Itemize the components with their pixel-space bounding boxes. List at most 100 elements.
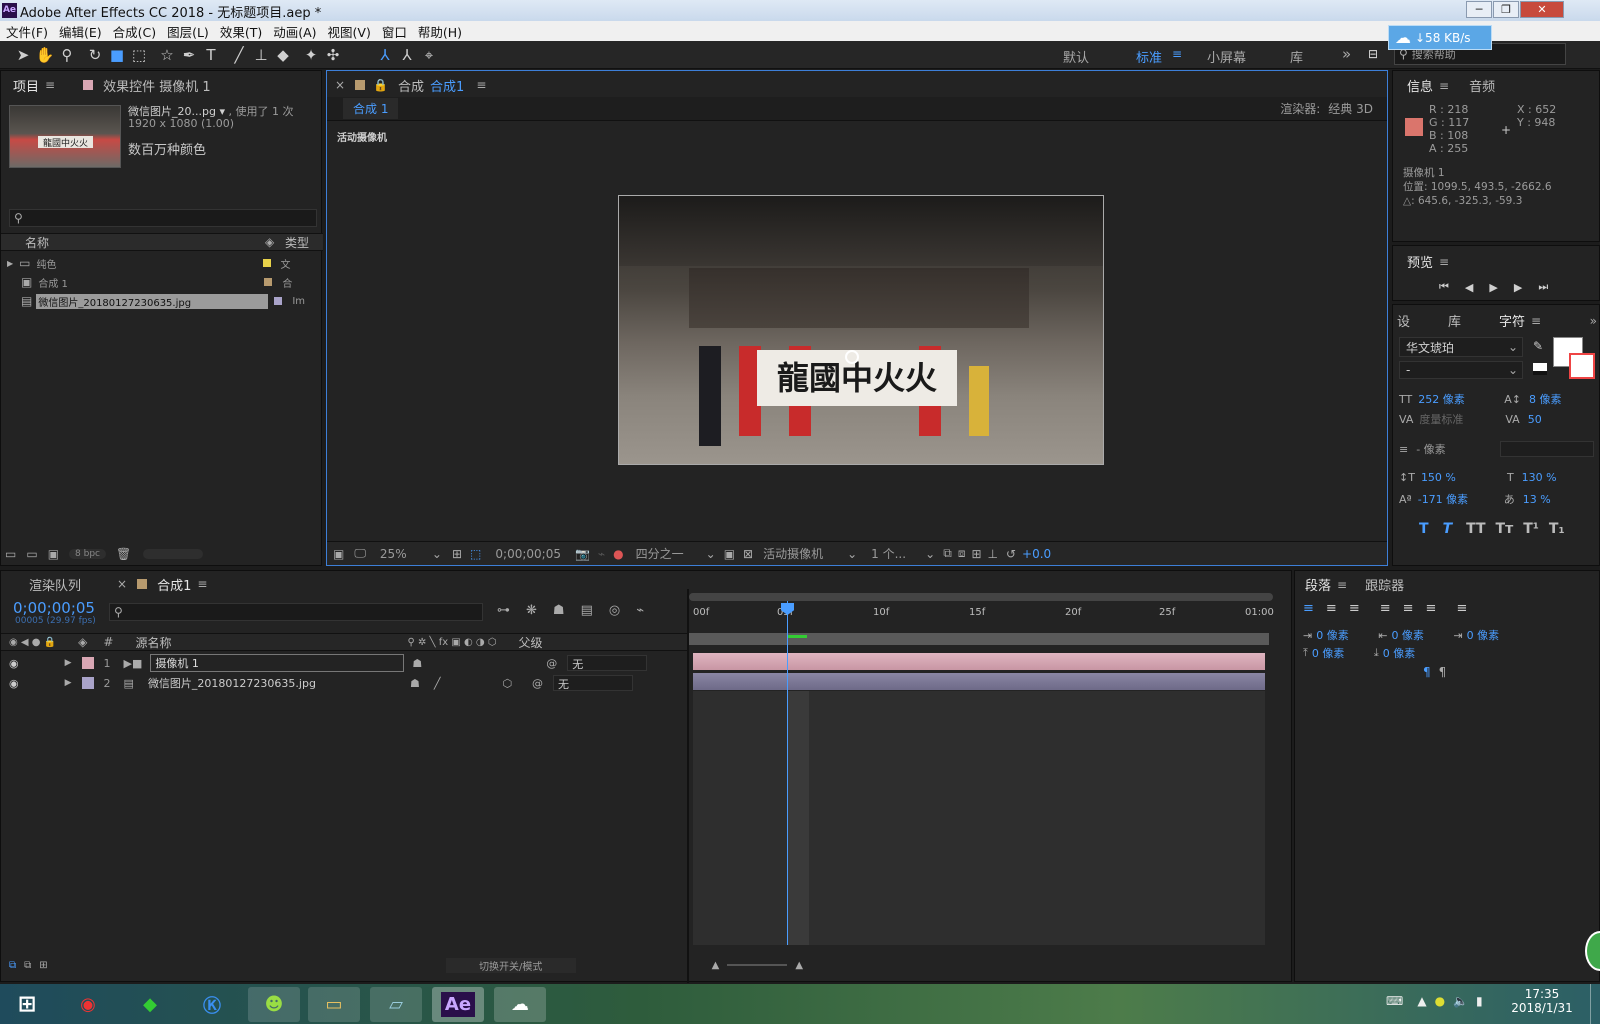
first-frame-icon[interactable]: ⏮	[1439, 280, 1449, 294]
workspace-menu-icon[interactable]: ≡	[1172, 47, 1182, 61]
app-frog-icon[interactable]: ☻	[248, 987, 300, 1022]
channel-icon[interactable]: ●	[613, 547, 623, 561]
always-preview-icon[interactable]: ▣	[333, 547, 344, 561]
superscript-button[interactable]: T¹	[1523, 521, 1539, 537]
view-select[interactable]: 活动摄像机	[763, 545, 847, 562]
tab-tracker[interactable]: 跟踪器	[1365, 575, 1404, 594]
workspace-standard[interactable]: 标准	[1136, 47, 1162, 66]
time-navigator[interactable]	[689, 593, 1273, 601]
time-ruler[interactable]: 00f 05f 10f 15f 20f 25f 01:00	[689, 601, 1274, 631]
kerning-value[interactable]: 度量标准	[1419, 411, 1505, 427]
menu-effect[interactable]: 效果(T)	[220, 22, 262, 41]
transparency-grid-icon[interactable]: ⊠	[743, 547, 753, 561]
workspace-library[interactable]: 库	[1290, 47, 1303, 66]
chevron-down-icon[interactable]: ⌄	[925, 547, 935, 561]
workspace-default[interactable]: 默认	[1063, 47, 1089, 66]
panel-menu-icon[interactable]: ≡	[45, 78, 55, 92]
list-item[interactable]: ▤ 微信图片_20180127230635.jpg Im	[1, 291, 323, 311]
interpret-footage-icon[interactable]: ▭	[5, 547, 16, 561]
faux-bold-button[interactable]: T	[1419, 521, 1429, 537]
clone-stamp-tool-icon[interactable]: ⊥	[250, 44, 272, 66]
safe-margins-icon[interactable]: ⊞	[452, 547, 462, 561]
vertical-scale-value[interactable]: 150 %	[1421, 471, 1507, 484]
expand-arrow-icon[interactable]: ▶	[65, 658, 72, 668]
frame-blending-icon[interactable]: ▤	[581, 603, 593, 618]
tab-paragraph[interactable]: 段落	[1305, 575, 1331, 594]
shy-layers-icon[interactable]: ☗	[553, 603, 565, 618]
chevron-down-icon[interactable]: ⌄	[432, 547, 442, 561]
layer-switches-icon[interactable]: ⧉	[9, 960, 16, 971]
label-swatch[interactable]	[81, 657, 94, 669]
work-area-bar[interactable]	[689, 633, 1269, 645]
parent-header[interactable]: 父级	[518, 634, 542, 651]
all-caps-button[interactable]: TT	[1466, 521, 1485, 537]
show-desktop-button[interactable]	[1590, 984, 1600, 1024]
horizontal-scale-value[interactable]: 130 %	[1522, 471, 1557, 484]
lock-icon[interactable]: 🔒	[373, 78, 388, 92]
parent-pick-whip-icon[interactable]: @	[532, 677, 543, 690]
baidu-cloud-icon[interactable]: ☁	[494, 987, 546, 1022]
workspace-more-icon[interactable]: »	[1342, 45, 1351, 63]
panel-menu-icon[interactable]: ≡	[476, 78, 486, 92]
show-snapshot-icon[interactable]: ⌁	[598, 547, 605, 561]
keyboard-icon[interactable]: ⌨	[1386, 994, 1403, 1008]
panel-menu-icon[interactable]: ≡	[197, 577, 207, 591]
menu-composition[interactable]: 合成(C)	[113, 22, 156, 41]
eyedropper-icon[interactable]: ✎	[1533, 339, 1543, 353]
app-green-icon[interactable]: ◆	[124, 987, 176, 1022]
viewer-image[interactable]: 龍國中火火	[618, 195, 1104, 465]
puppet-tool-icon[interactable]: ✣	[322, 44, 344, 66]
local-axis-icon[interactable]: ⅄	[374, 44, 396, 66]
rotate-tool-icon[interactable]: ↻	[84, 44, 106, 66]
menu-window[interactable]: 窗口	[382, 22, 407, 41]
close-tab-icon[interactable]: ×	[335, 78, 345, 92]
hand-tool-icon[interactable]: ✋	[34, 44, 56, 66]
renderer-value[interactable]: 经典 3D	[1328, 100, 1373, 117]
parent-select[interactable]: 无	[567, 655, 648, 671]
list-item[interactable]: ▣ 合成 1 合	[1, 272, 323, 292]
expand-arrow-icon[interactable]: ▶	[7, 259, 13, 268]
tab-project[interactable]: 项目	[13, 76, 39, 95]
close-tab-icon[interactable]: ×	[117, 577, 127, 591]
brush-tool-icon[interactable]: ╱	[228, 44, 250, 66]
eye-icon[interactable]: ◉	[9, 657, 19, 670]
justify-left-icon[interactable]: ≡	[1380, 601, 1391, 616]
timeline-icon[interactable]: ⊞	[971, 547, 981, 561]
layer-row[interactable]: ◉ ▶ 2 ▤ 微信图片_20180127230635.jpg ☗ ╱ ⬡ @ …	[1, 673, 687, 693]
selection-tool-icon[interactable]: ➤	[12, 44, 34, 66]
layer-row[interactable]: ◉ ▶ 1 ▶■ 摄像机 1 ☗ @ 无	[1, 653, 687, 673]
world-axis-icon[interactable]: ⅄	[396, 44, 418, 66]
project-search-input[interactable]: ⚲	[9, 209, 317, 227]
label-column-icon[interactable]: ◈	[265, 235, 285, 249]
after-effects-taskbar-icon[interactable]: Ae	[432, 987, 484, 1022]
camera-tool-icon[interactable]: ■	[106, 44, 128, 66]
comp-breadcrumb[interactable]: 合成 1	[343, 98, 399, 119]
graph-editor-icon[interactable]: ⌁	[636, 603, 644, 618]
fast-previews-icon[interactable]: ⧈	[958, 546, 966, 561]
tab-audio[interactable]: 音频	[1469, 76, 1495, 95]
eraser-tool-icon[interactable]: ◆	[272, 44, 294, 66]
menu-view[interactable]: 视图(V)	[328, 22, 371, 41]
region-of-interest-icon[interactable]: ▣	[724, 547, 735, 561]
font-style-select[interactable]: - ⌄	[1399, 361, 1523, 379]
monitor-icon[interactable]: 🖵	[354, 546, 366, 561]
panel-menu-icon[interactable]: ≡	[1439, 79, 1449, 93]
toggle-pixel-aspect-icon[interactable]: ⧉	[943, 546, 952, 561]
last-frame-icon[interactable]: ⏭	[1538, 280, 1548, 294]
stroke-width-value[interactable]: - 像素	[1416, 441, 1500, 457]
network-icon[interactable]: ▮	[1476, 994, 1483, 1008]
draft-3d-icon[interactable]: ❋	[526, 603, 537, 618]
workspace-small-screen[interactable]: 小屏幕	[1207, 47, 1246, 66]
tab-render-queue[interactable]: 渲染队列	[29, 575, 81, 594]
parent-select[interactable]: 无	[553, 675, 634, 691]
chevron-down-icon[interactable]: ⌄	[847, 547, 857, 561]
layer-name[interactable]: 摄像机 1	[150, 654, 405, 672]
3d-layer-switch-icon[interactable]: ⬡	[502, 677, 512, 690]
align-center-icon[interactable]: ≡	[1326, 601, 1337, 616]
column-name[interactable]: 名称	[25, 234, 265, 251]
bpc-button[interactable]: 8 bpc	[69, 549, 106, 559]
thumbnail-slider[interactable]	[143, 549, 204, 559]
media-player-icon[interactable]: ◉	[62, 987, 114, 1022]
floating-badge[interactable]	[1585, 931, 1600, 971]
indent-left-value[interactable]: 0 像素	[1316, 627, 1378, 643]
